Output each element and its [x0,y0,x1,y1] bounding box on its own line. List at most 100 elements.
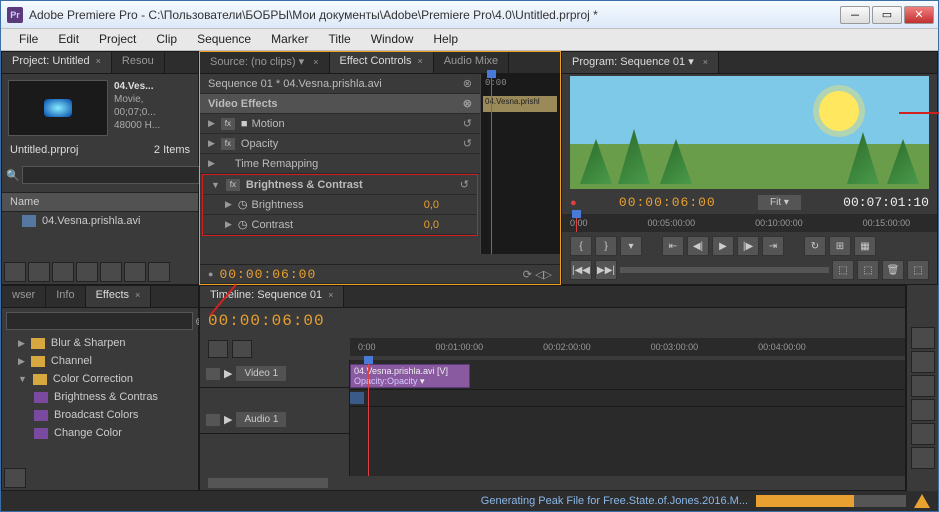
video-effects-header[interactable]: Video Effects⊗ [200,94,480,114]
set-marker-button[interactable]: ▾ [620,236,642,256]
tab-effect-controls[interactable]: Effect Controls× [330,52,434,73]
timeline-ruler[interactable]: 0:00 00:01:00:00 00:02:00:00 00:03:00:00… [350,338,905,356]
menu-project[interactable]: Project [89,29,146,50]
menu-marker[interactable]: Marker [261,29,318,50]
new-bin-button[interactable] [100,262,122,282]
maximize-button[interactable]: ▭ [872,6,902,24]
selection-tool[interactable] [911,327,935,349]
trash-button[interactable]: 🗑 [882,260,904,280]
loop-button[interactable]: ↻ [804,236,826,256]
name-column-header[interactable]: Name [2,192,198,212]
icon-view-button[interactable] [28,262,50,282]
go-to-out-button[interactable]: ⇥ [762,236,784,256]
play-button[interactable]: ▶ [712,236,734,256]
program-time-ruler[interactable]: 0:00 00:05:00:00 00:10:00:00 00:15:00:00 [562,214,937,232]
menu-title[interactable]: Title [318,29,360,50]
out-point-button[interactable]: } [595,236,617,256]
search-input[interactable] [22,166,209,184]
timeline-zoom-slider[interactable] [208,478,328,488]
folder-blur-sharpen[interactable]: ▶Blur & Sharpen [2,334,198,352]
new-item-button[interactable] [124,262,146,282]
menu-sequence[interactable]: Sequence [187,29,261,50]
effect-motion[interactable]: ▶fx■Motion↺ [200,114,480,134]
minimize-button[interactable]: － [840,6,870,24]
tab-resources[interactable]: Resou [112,52,165,73]
extract-button[interactable]: ⬚ [857,260,879,280]
tab-source[interactable]: Source: (no clips) ▾ × [200,52,330,73]
step-back-button[interactable]: ◀| [687,236,709,256]
preset-change-color[interactable]: Change Color [2,424,198,442]
preset-broadcast-colors[interactable]: Broadcast Colors [2,406,198,424]
effect-opacity[interactable]: ▶fxOpacity↺ [200,134,480,154]
timeline-track-area[interactable]: 04.Vesna.prishla.avi [V] Opacity:Opacity… [350,360,905,476]
step-forward-button[interactable]: |▶ [737,236,759,256]
effect-time-remapping[interactable]: ▶Time Remapping [200,154,480,174]
param-brightness[interactable]: ▶◷Brightness0,0 [203,195,477,215]
go-to-in-button[interactable]: ⇤ [662,236,684,256]
track-select-tool[interactable] [911,351,935,373]
warning-icon[interactable] [914,494,930,508]
menu-window[interactable]: Window [361,29,424,50]
find-button[interactable] [76,262,98,282]
zoom-fit-dropdown[interactable]: Fit ▾ [758,195,801,210]
eye-icon[interactable] [206,368,220,380]
app-icon: Pr [7,7,23,23]
razor-tool[interactable] [911,399,935,421]
bin-name[interactable]: Untitled.prproj [10,144,78,156]
in-point-button[interactable]: { [570,236,592,256]
jog-slider[interactable] [620,267,829,273]
video-track-header[interactable]: ▶ Video 1 [200,360,349,388]
project-item[interactable]: 04.Vesna.prishla.avi [2,212,198,230]
zoom-slider-icon[interactable]: ⟳ ◁▷ [523,268,552,281]
timeline-current-timecode[interactable]: 00:00:06:00 [208,312,325,330]
effects-search-input[interactable] [6,312,193,330]
tab-project[interactable]: Project: Untitled× [2,52,112,73]
program-monitor: Program: Sequence 01 ▾ × ● 00:00:06:00 F… [561,51,938,285]
clip-thumbnail[interactable] [8,80,108,136]
next-marker-button[interactable]: ▶▶| [595,260,617,280]
search-icon[interactable]: 🔍 [6,169,20,182]
menu-edit[interactable]: Edit [48,29,89,50]
tab-program[interactable]: Program: Sequence 01 ▾ × [562,52,719,73]
export-frame-button[interactable]: ⬚ [907,260,929,280]
preset-brightness-contrast[interactable]: Brightness & Contras [2,388,198,406]
marker-button[interactable] [232,340,252,358]
folder-color-correction[interactable]: ▼Color Correction [2,370,198,388]
menu-file[interactable]: File [9,29,48,50]
slip-tool[interactable] [911,423,935,445]
lift-button[interactable]: ⬚ [832,260,854,280]
automate-button[interactable] [52,262,74,282]
menu-clip[interactable]: Clip [146,29,187,50]
list-view-button[interactable] [4,262,26,282]
item-count: 2 Items [154,144,190,156]
menu-help[interactable]: Help [423,29,468,50]
effect-mini-timeline[interactable]: 0:00 04.Vesna.prishl [480,74,560,254]
tab-timeline[interactable]: Timeline: Sequence 01× [200,286,344,307]
audio-track-header[interactable]: ▶ Audio 1 [200,406,349,434]
param-contrast[interactable]: ▶◷Contrast0,0 [203,215,477,235]
speaker-icon[interactable] [206,414,220,426]
status-bar: Generating Peak File for Free.State.of.J… [1,491,938,511]
effect-timecode[interactable]: 00:00:06:00 [219,267,316,282]
output-button[interactable]: ▦ [854,236,876,256]
effect-sequence-line: Sequence 01 * 04.Vesna.prishla.avi⊗ [200,74,480,94]
tab-browser[interactable]: wser [2,286,46,307]
close-button[interactable]: ✕ [904,6,934,24]
program-video-output[interactable] [570,76,929,189]
safe-margins-button[interactable]: ⊞ [829,236,851,256]
pen-tool[interactable] [911,447,935,469]
program-transport: { } ▾ ⇤ ◀| ▶ |▶ ⇥ ↻ ⊞ ▦ [562,232,937,260]
effect-brightness-contrast[interactable]: ▼fxBrightness & Contrast↺ [203,175,477,195]
tab-info[interactable]: Info [46,286,85,307]
mini-clip: 04.Vesna.prishl [483,96,557,112]
delete-button[interactable] [148,262,170,282]
snap-button[interactable] [208,340,228,358]
tab-effects[interactable]: Effects× [86,286,152,307]
folder-channel[interactable]: ▶Channel [2,352,198,370]
new-custom-bin-button[interactable] [4,468,26,488]
program-current-timecode[interactable]: 00:00:06:00 [619,195,716,210]
tab-audio-mixer[interactable]: Audio Mixe [434,52,509,73]
ripple-edit-tool[interactable] [911,375,935,397]
effects-browser: wser Info Effects× ⊗ ▶Blur & Sharpen ▶Ch… [1,285,199,491]
prev-marker-button[interactable]: |◀◀ [570,260,592,280]
